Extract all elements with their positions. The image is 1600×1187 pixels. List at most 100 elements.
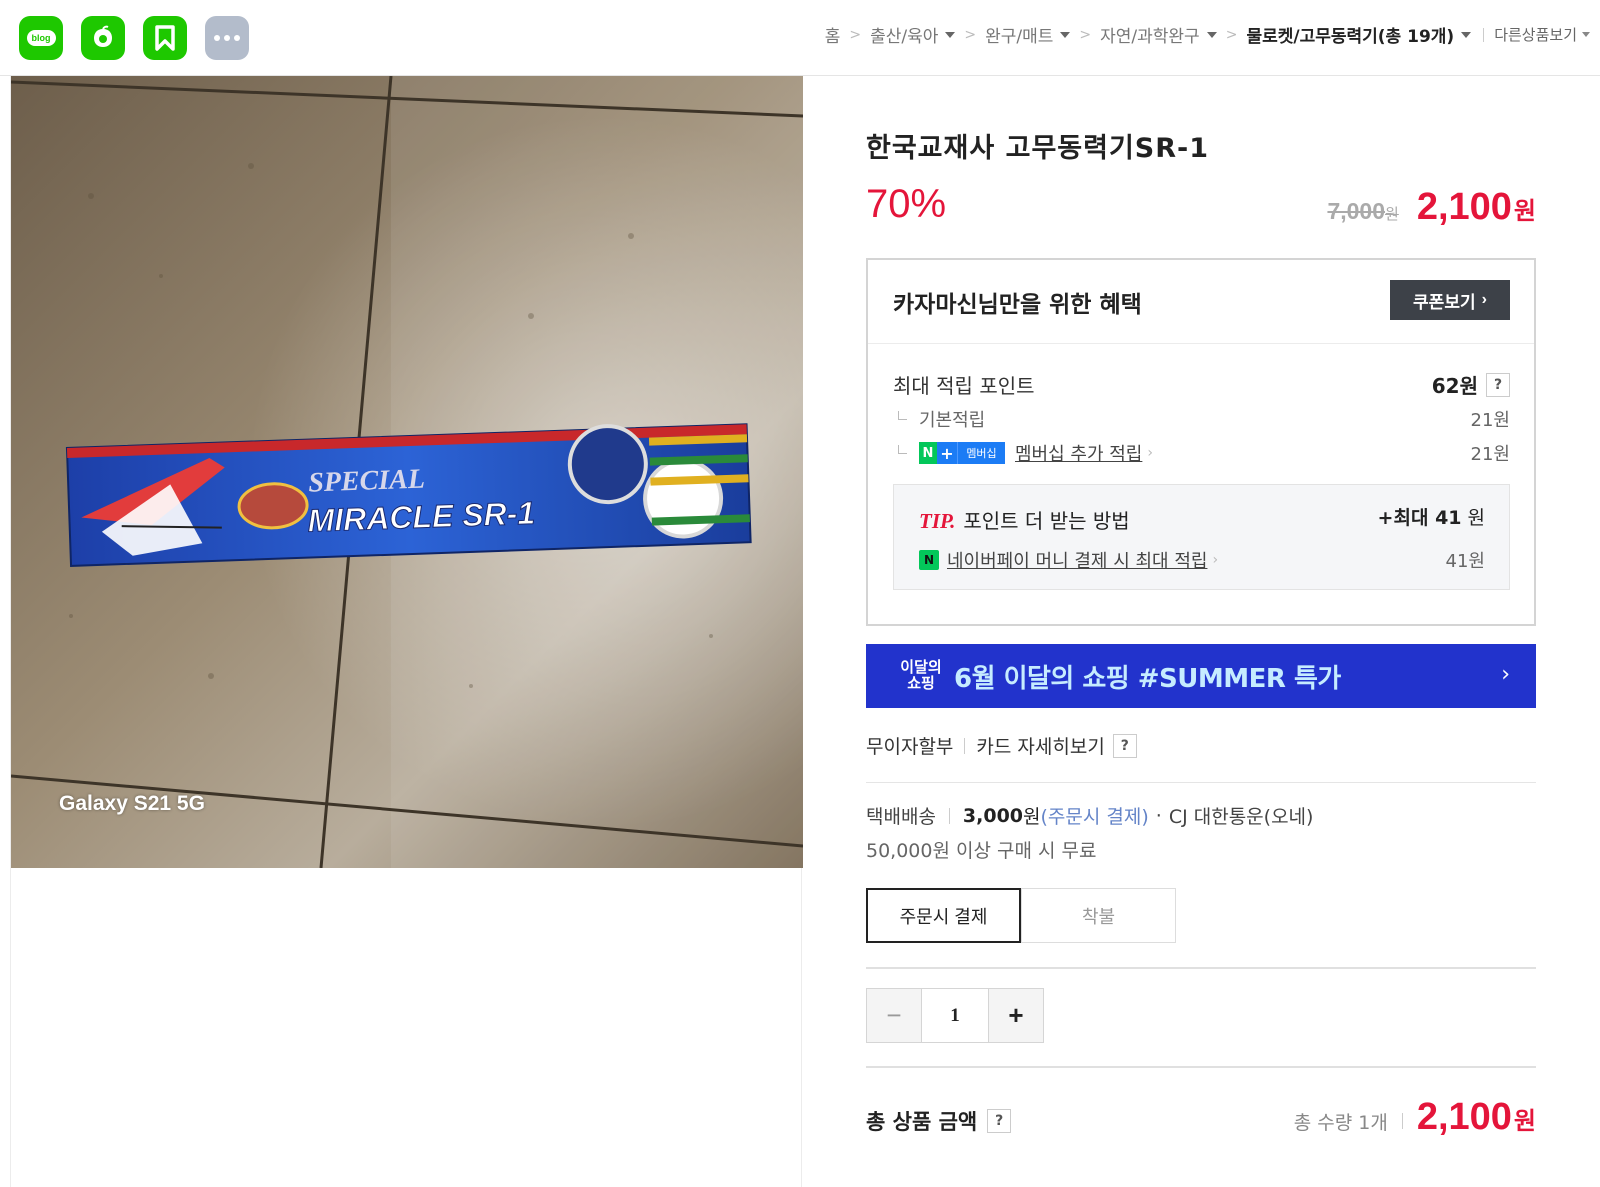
tree-corner-icon xyxy=(898,410,907,420)
naverpay-points-row: N 네이버페이 머니 결제 시 최대 적립 › 41원 xyxy=(919,547,1485,573)
total-label: 총 상품 금액 xyxy=(866,1110,978,1134)
breadcrumb-separator: > xyxy=(964,26,977,43)
help-icon[interactable]: ? xyxy=(1112,733,1137,758)
breadcrumb: 홈 > 출산/육아 > 완구/매트 > 자연/과학완구 > 물로켓/고무동력기(… xyxy=(825,22,1590,47)
basic-points-label: 기본적립 xyxy=(919,410,986,431)
breadcrumb-label: 출산/육아 xyxy=(870,27,939,47)
chevron-right-icon: › xyxy=(1147,445,1153,461)
shipping-fee: 3,000 xyxy=(962,804,1024,827)
shipping-type: 택배배송 xyxy=(866,806,936,828)
original-price-unit: 원 xyxy=(1385,205,1399,223)
divider xyxy=(1401,1113,1403,1129)
breadcrumb-item-current[interactable]: 물로켓/고무동력기 (총 19개) xyxy=(1246,22,1472,47)
more-icon[interactable] xyxy=(205,16,249,60)
chevron-right-icon: › xyxy=(1501,662,1510,687)
tip-box: TIP. 포인트 더 받는 방법 +최대 41 원 N 네이버페이 머니 결제 시… xyxy=(893,484,1510,590)
breadcrumb-home[interactable]: 홈 xyxy=(825,22,841,47)
membership-points-value: 21원 xyxy=(1470,444,1510,465)
app-icons: blog xyxy=(19,16,249,60)
divider xyxy=(866,1066,1536,1068)
card-detail-link[interactable]: 카드 자세히보기 xyxy=(976,732,1104,759)
total-price: 2,100 xyxy=(1416,1096,1512,1138)
membership-badge-label: 멤버십 xyxy=(957,442,1005,464)
breadcrumb-separator: > xyxy=(849,26,862,43)
card-info-row: 무이자할부 카드 자세히보기 ? xyxy=(866,732,1137,759)
shipping-carrier: CJ 대한통운(오네) xyxy=(1168,806,1314,828)
shipping-row: 택배배송 3,000 원 (주문시 결제) · CJ 대한통운(오네) xyxy=(866,802,1313,829)
caret-down-icon xyxy=(1582,32,1590,37)
total-label-wrap: 총 상품 금액 ? xyxy=(866,1106,1012,1136)
max-points-value-wrap: 62원? xyxy=(1432,370,1510,399)
increase-quantity-button[interactable]: + xyxy=(989,989,1043,1042)
divider xyxy=(1483,27,1485,42)
product-image-area: SPECIAL MIRACLE SR-1 Galaxy S21 5G xyxy=(10,76,803,1187)
top-bar: blog 홈 > 출산/육아 > 완구/매트 > 자연/과학완구 > 물로켓/고… xyxy=(0,0,1600,76)
breadcrumb-item-birth-childcare[interactable]: 출산/육아 xyxy=(870,22,956,47)
caret-down-icon xyxy=(1206,31,1217,38)
coupon-button-label: 쿠폰보기 xyxy=(1413,292,1476,312)
free-shipping-note: 50,000원 이상 구매 시 무료 xyxy=(866,840,1097,862)
membership-extra-points-link[interactable]: 멤버십 추가 적립 xyxy=(1015,440,1142,466)
tip-max-unit: 원 xyxy=(1467,507,1485,529)
naverpay-points-link[interactable]: 네이버페이 머니 결제 시 최대 적립 xyxy=(947,547,1207,573)
plus-icon: + xyxy=(937,442,957,464)
coupon-view-button[interactable]: 쿠폰보기 › xyxy=(1390,280,1510,320)
tip-max-points: +최대 41 원 xyxy=(1378,503,1485,530)
total-quantity: 총 수량 1개 xyxy=(1293,1112,1388,1134)
naverpay-points-value: 41원 xyxy=(1445,551,1485,572)
basic-points-label-wrap: 기본적립 xyxy=(893,406,985,432)
sale-price: 2,100 xyxy=(1416,186,1512,228)
benefit-box: 카자마신님만을 위한 혜택 쿠폰보기 › 최대 적립 포인트 62원? 기본적립 … xyxy=(866,258,1536,626)
pay-on-order-option[interactable]: 주문시 결제 xyxy=(866,888,1021,943)
cash-on-delivery-option[interactable]: 착불 xyxy=(1021,888,1176,943)
banner-logo-line1: 이달의 xyxy=(900,659,942,676)
product-photo[interactable]: SPECIAL MIRACLE SR-1 Galaxy S21 5G xyxy=(11,76,803,868)
naverpay-icon: N xyxy=(919,550,939,570)
chevron-right-icon: › xyxy=(1481,291,1487,308)
caret-down-icon xyxy=(1060,31,1071,38)
divider xyxy=(866,782,1536,783)
help-icon[interactable]: ? xyxy=(1486,372,1510,397)
banner-text: 6월 이달의 쇼핑 #SUMMER 특가 xyxy=(954,663,1341,694)
breadcrumb-label: 물로켓/고무동력기 xyxy=(1246,27,1378,47)
basic-points-value: 21원 xyxy=(1470,410,1510,431)
other-products-label: 다른상품보기 xyxy=(1494,26,1577,44)
tip-max-value: 41 xyxy=(1435,507,1462,529)
quantity-input[interactable] xyxy=(921,989,989,1042)
naver-n-icon: N xyxy=(919,442,937,464)
naver-plus-membership-badge: N + 멤버십 xyxy=(919,442,1005,464)
caret-down-icon xyxy=(1461,31,1472,38)
dot-separator: · xyxy=(1155,804,1162,827)
cafe-icon[interactable] xyxy=(81,16,125,60)
max-points-label: 최대 적립 포인트 xyxy=(893,374,1035,398)
shipping-pay-type: (주문시 결제) xyxy=(1040,806,1149,828)
other-products-link[interactable]: 다른상품보기 xyxy=(1494,24,1590,45)
discount-rate: 70% xyxy=(866,182,947,226)
membership-points-label-wrap: N + 멤버십 멤버십 추가 적립 › xyxy=(893,440,1153,466)
divider xyxy=(964,737,966,754)
original-price: 7,000 xyxy=(1327,198,1385,224)
sale-price-unit: 원 xyxy=(1513,197,1536,225)
caret-down-icon xyxy=(945,31,956,38)
chevron-right-icon: › xyxy=(1212,552,1219,568)
total-price-unit: 원 xyxy=(1513,1107,1536,1135)
breadcrumb-separator: > xyxy=(1225,26,1238,43)
shipping-fee-unit: 원 xyxy=(1023,806,1041,828)
decrease-quantity-button[interactable]: − xyxy=(867,989,921,1042)
bookmark-icon[interactable] xyxy=(143,16,187,60)
monthly-shopping-banner[interactable]: 이달의 쇼핑 6월 이달의 쇼핑 #SUMMER 특가 › xyxy=(866,644,1536,708)
monthly-shopping-logo: 이달의 쇼핑 xyxy=(892,660,950,692)
max-points-value: 62원 xyxy=(1431,374,1478,398)
max-points-row: 최대 적립 포인트 62원? xyxy=(893,370,1510,399)
blog-icon[interactable]: blog xyxy=(19,16,63,60)
price-block: 7,000 원 2,100 원 xyxy=(1327,186,1536,229)
banner-logo-line2: 쇼핑 xyxy=(907,675,935,692)
breadcrumb-item-toys-mats[interactable]: 완구/매트 xyxy=(985,22,1071,47)
benefit-title: 카자마신님만을 위한 혜택 xyxy=(893,292,1142,318)
divider xyxy=(866,967,1536,969)
benefit-header: 카자마신님만을 위한 혜택 쿠폰보기 › xyxy=(868,260,1534,344)
breadcrumb-item-science-toys[interactable]: 자연/과학완구 xyxy=(1100,22,1217,47)
blog-icon-label: blog xyxy=(26,30,56,46)
tip-title-text: 포인트 더 받는 방법 xyxy=(963,509,1130,533)
help-icon[interactable]: ? xyxy=(987,1109,1012,1133)
